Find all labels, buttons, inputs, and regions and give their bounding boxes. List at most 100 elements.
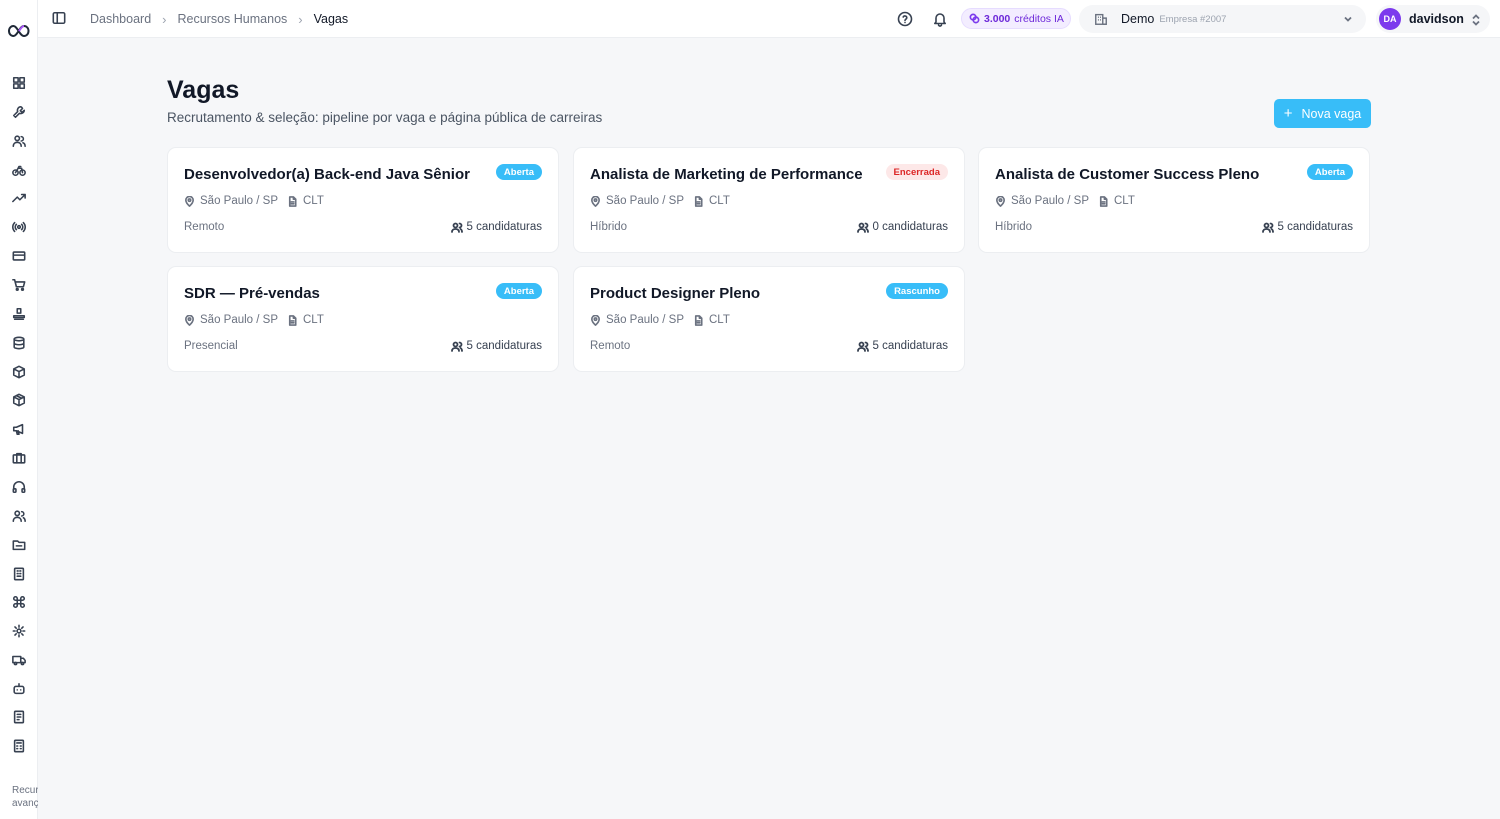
job-location: São Paulo / SP	[200, 314, 278, 326]
building-icon[interactable]	[11, 566, 27, 582]
map-pin-icon	[184, 314, 195, 326]
job-card[interactable]: Desenvolvedor(a) Back-end Java Sênior Ab…	[167, 147, 559, 253]
sidebar: Recursos avançados	[0, 0, 38, 819]
cart-icon[interactable]	[11, 277, 27, 293]
credits-amount: 3.000	[984, 12, 1011, 25]
users-icon[interactable]	[11, 133, 27, 149]
broadcast-icon[interactable]	[11, 219, 27, 235]
applications-count: 5 candidaturas	[1277, 221, 1353, 233]
breadcrumb: Dashboard › Recursos Humanos › Vagas	[90, 0, 348, 38]
bot-icon[interactable]	[11, 681, 27, 697]
file-icon	[1098, 195, 1109, 207]
applications-count: 5 candidaturas	[466, 340, 542, 352]
user-menu[interactable]: DA davidson	[1376, 5, 1490, 33]
folder-icon[interactable]	[11, 537, 27, 553]
trending-up-icon[interactable]	[11, 190, 27, 206]
database-icon[interactable]	[11, 335, 27, 351]
user-name: davidson	[1409, 12, 1464, 26]
headphones-icon[interactable]	[11, 479, 27, 495]
plus-icon: +	[1283, 104, 1293, 122]
applications-count: 5 candidaturas	[466, 221, 542, 233]
megaphone-icon[interactable]	[11, 421, 27, 437]
box-icon[interactable]	[11, 364, 27, 380]
job-applications: 5 candidaturas	[450, 221, 542, 233]
package-icon[interactable]	[11, 392, 27, 408]
stamp-icon[interactable]	[11, 306, 27, 322]
breadcrumb-rh[interactable]: Recursos Humanos	[178, 12, 288, 26]
job-applications: 5 candidaturas	[856, 340, 948, 352]
job-location: São Paulo / SP	[606, 195, 684, 207]
status-badge: Encerrada	[885, 164, 948, 180]
job-card[interactable]: Analista de Marketing de Performance Enc…	[573, 147, 965, 253]
job-work-mode: Presencial	[184, 340, 238, 352]
settings-icon[interactable]	[11, 623, 27, 639]
sidebar-toggle-icon[interactable]	[52, 11, 68, 27]
receipt-icon[interactable]	[11, 709, 27, 725]
page-subtitle: Recrutamento & seleção: pipeline por vag…	[167, 110, 603, 125]
file-icon	[693, 314, 704, 326]
new-job-label: Nova vaga	[1301, 106, 1362, 121]
applications-count: 0 candidaturas	[872, 221, 948, 233]
user-group-icon[interactable]	[11, 508, 27, 524]
job-location: São Paulo / SP	[606, 314, 684, 326]
truck-icon[interactable]	[11, 652, 27, 668]
job-card[interactable]: Analista de Customer Success Pleno Abert…	[978, 147, 1370, 253]
job-work-mode: Híbrido	[995, 221, 1033, 233]
status-badge: Aberta	[495, 164, 542, 180]
breadcrumb-current: Vagas	[313, 12, 349, 26]
job-applications: 0 candidaturas	[856, 221, 948, 233]
map-pin-icon	[590, 314, 601, 326]
help-icon[interactable]	[897, 11, 913, 27]
company-name: Demo	[1121, 12, 1155, 26]
users-icon	[856, 341, 869, 352]
users-icon	[1261, 222, 1274, 233]
new-job-button[interactable]: + Nova vaga	[1274, 99, 1371, 128]
calculator-icon[interactable]	[11, 738, 27, 754]
topbar: Dashboard › Recursos Humanos › Vagas 3.0…	[38, 0, 1500, 38]
breadcrumb-dashboard[interactable]: Dashboard	[90, 12, 151, 26]
file-icon	[693, 195, 704, 207]
job-card[interactable]: Product Designer Pleno Rascunho São Paul…	[573, 266, 965, 372]
job-title[interactable]: Analista de Customer Success Pleno	[995, 166, 1259, 183]
grid-icon[interactable]	[11, 75, 27, 91]
job-card[interactable]: SDR — Pré-vendas Aberta São Paulo / SP C…	[167, 266, 559, 372]
chevron-down-icon	[1342, 13, 1354, 25]
credit-card-icon[interactable]	[11, 248, 27, 264]
bell-icon[interactable]	[932, 11, 948, 27]
page-title: Vagas	[167, 76, 240, 104]
status-badge: Aberta	[495, 283, 542, 299]
job-applications: 5 candidaturas	[450, 340, 542, 352]
wrench-icon[interactable]	[11, 104, 27, 120]
sidebar-footer-line2: avançados	[12, 798, 38, 809]
applications-count: 5 candidaturas	[872, 340, 948, 352]
job-work-mode: Híbrido	[590, 221, 628, 233]
job-meta: São Paulo / SP CLT	[184, 314, 324, 326]
sidebar-footer-line1: Recursos	[12, 785, 38, 796]
job-contract: CLT	[303, 195, 324, 207]
job-contract: CLT	[709, 314, 730, 326]
job-work-mode: Remoto	[184, 221, 225, 233]
bike-icon[interactable]	[11, 162, 27, 178]
coins-icon	[969, 13, 980, 24]
app-logo[interactable]	[6, 22, 32, 40]
job-title[interactable]: SDR — Pré-vendas	[184, 285, 320, 302]
users-icon	[450, 222, 463, 233]
ai-credits-badge[interactable]: 3.000 créditos IA	[961, 8, 1071, 29]
job-contract: CLT	[709, 195, 730, 207]
company-selector[interactable]: Demo Empresa #2007	[1079, 5, 1366, 33]
map-pin-icon	[184, 195, 195, 207]
command-icon[interactable]	[11, 594, 27, 610]
avatar: DA	[1379, 8, 1401, 30]
map-pin-icon	[995, 195, 1006, 207]
company-sub: Empresa #2007	[1159, 13, 1227, 25]
job-contract: CLT	[1114, 195, 1135, 207]
job-meta: São Paulo / SP CLT	[184, 195, 324, 207]
job-title[interactable]: Analista de Marketing de Performance	[590, 166, 863, 183]
status-badge: Aberta	[1306, 164, 1353, 180]
job-contract: CLT	[303, 314, 324, 326]
sidebar-footer: Recursos avançados	[12, 784, 38, 810]
job-title[interactable]: Product Designer Pleno	[590, 285, 760, 302]
job-title[interactable]: Desenvolvedor(a) Back-end Java Sênior	[184, 166, 470, 183]
briefcase-icon[interactable]	[11, 450, 27, 466]
map-pin-icon	[590, 195, 601, 207]
